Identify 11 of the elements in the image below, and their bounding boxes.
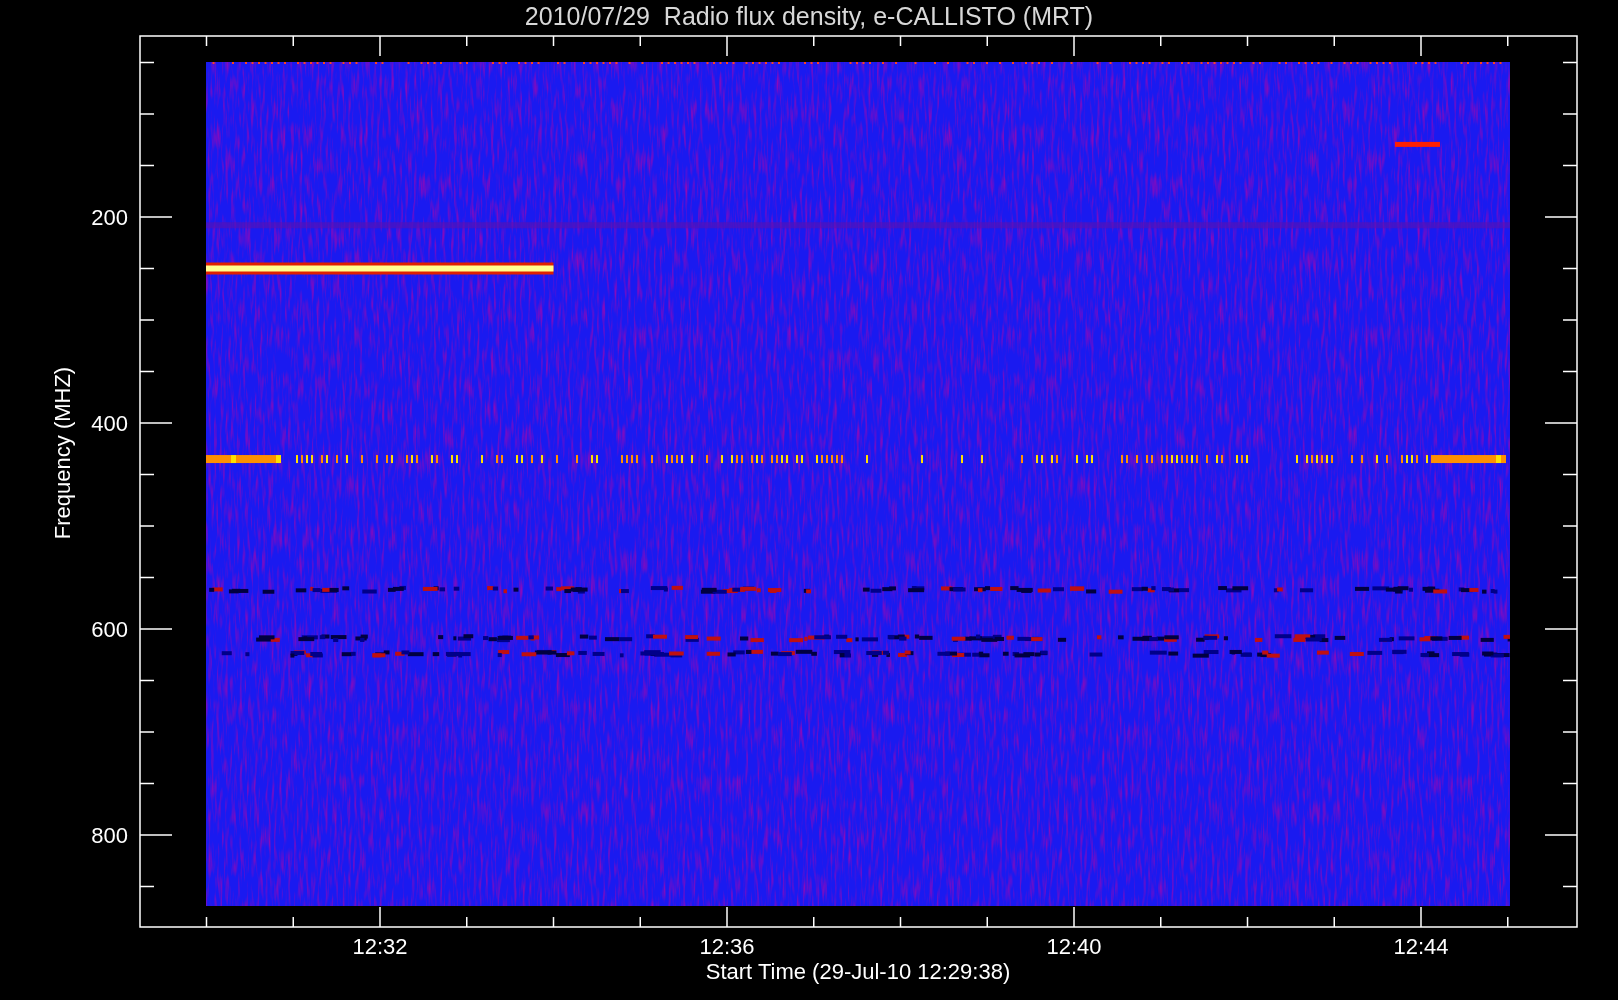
x-axis-label: Start Time (29-Jul-10 12:29:38) (705, 959, 1011, 984)
y-tick-label: 200 (91, 205, 128, 230)
x-tick-label: 12:36 (699, 934, 755, 959)
y-axis-label: Frequency (MHZ) (50, 366, 75, 540)
y-tick-label: 600 (91, 617, 128, 642)
y-tick-label: 400 (91, 411, 128, 436)
x-tick-label: 12:32 (352, 934, 408, 959)
y-tick-label: 800 (91, 823, 128, 848)
x-tick-label: 12:40 (1046, 934, 1102, 959)
x-tick-label: 12:44 (1393, 934, 1449, 959)
plot-title: 2010/07/29 Radio flux density, e-CALLISTO (MRT) (524, 1, 1094, 32)
